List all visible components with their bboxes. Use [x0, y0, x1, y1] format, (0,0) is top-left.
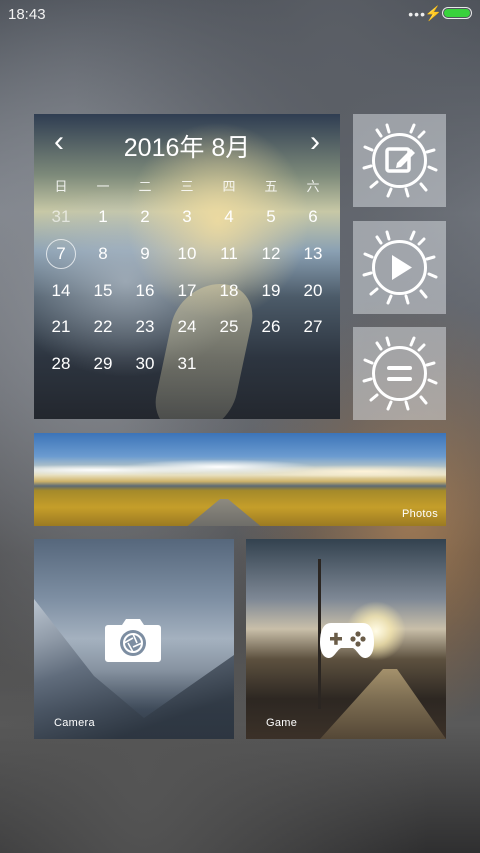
photos-background-image: [34, 455, 446, 485]
signal-dots-icon: •••: [408, 6, 426, 22]
calendar-day[interactable]: 19: [250, 273, 292, 310]
status-bar: 18:43 ••• ⚡: [0, 0, 480, 28]
calendar-day[interactable]: 21: [40, 309, 82, 346]
calendar-day[interactable]: 1: [82, 199, 124, 236]
photos-label: Photos: [401, 508, 438, 520]
calendar-day[interactable]: 14: [40, 273, 82, 310]
calendar-day[interactable]: [208, 346, 250, 383]
game-tile[interactable]: Game: [246, 539, 446, 739]
calendar-day[interactable]: 27: [292, 309, 334, 346]
calendar-day[interactable]: 28: [40, 346, 82, 383]
photos-road-graphic: [184, 499, 264, 526]
calendar-day[interactable]: 18: [208, 273, 250, 310]
weekday-label: 四: [222, 179, 236, 194]
calendar-day[interactable]: 29: [82, 346, 124, 383]
week-row: 7 8 9 10 11 12 13: [40, 236, 334, 273]
weekday-label: 日: [54, 179, 68, 194]
calendar-day[interactable]: 31: [166, 346, 208, 383]
calendar-widget[interactable]: ‹ 2016年 8月 › 日 一 二 三 四 五 六 31 1 2 3 4 5 …: [34, 114, 340, 419]
calendar-day[interactable]: 31: [40, 199, 82, 236]
next-month-button[interactable]: ›: [310, 127, 320, 157]
calendar-day[interactable]: 26: [250, 309, 292, 346]
menu-tile[interactable]: [353, 327, 446, 420]
weekday-label: 三: [180, 179, 194, 194]
camera-icon: [105, 619, 161, 662]
calendar-day[interactable]: 30: [124, 346, 166, 383]
game-background-image: [320, 669, 446, 739]
camera-label: Camera: [54, 717, 95, 729]
clock: 18:43: [8, 6, 46, 23]
calendar-day[interactable]: 3: [166, 199, 208, 236]
calendar-day[interactable]: 5: [250, 199, 292, 236]
calendar-grid: 日 一 二 三 四 五 六 31 1 2 3 4 5 6 7 8 9 10 11…: [40, 175, 334, 383]
charging-icon: ⚡: [424, 5, 442, 21]
menu-icon: [362, 336, 438, 411]
calendar-day[interactable]: 24: [166, 309, 208, 346]
week-row: 14 15 16 17 18 19 20: [40, 273, 334, 310]
calendar-day[interactable]: [250, 346, 292, 383]
month-title: 2016年 8月: [123, 134, 251, 162]
calendar-day[interactable]: 6: [292, 199, 334, 236]
battery-fill: [444, 9, 470, 17]
notes-tile[interactable]: [353, 114, 446, 207]
calendar-day[interactable]: 22: [82, 309, 124, 346]
week-row: 28 29 30 31: [40, 346, 334, 383]
play-icon: [362, 230, 438, 305]
photos-tile[interactable]: Photos: [34, 433, 446, 526]
calendar-header: ‹ 2016年 8月 ›: [34, 126, 340, 163]
battery-icon: [442, 7, 472, 19]
week-row: 31 1 2 3 4 5 6: [40, 199, 334, 236]
weekday-label: 一: [96, 179, 110, 194]
calendar-day[interactable]: 11: [208, 236, 250, 273]
game-label: Game: [266, 717, 298, 729]
calendar-day[interactable]: 12: [250, 236, 292, 273]
calendar-day[interactable]: 2: [124, 199, 166, 236]
camera-tile[interactable]: Camera: [34, 539, 234, 739]
weekday-label: 五: [264, 179, 278, 194]
note-edit-icon: [362, 123, 438, 198]
calendar-day[interactable]: 9: [124, 236, 166, 273]
weekday-label: 二: [138, 179, 152, 194]
week-row: 21 22 23 24 25 26 27: [40, 309, 334, 346]
calendar-day[interactable]: 13: [292, 236, 334, 273]
calendar-day[interactable]: 8: [82, 236, 124, 273]
music-tile[interactable]: [353, 221, 446, 314]
calendar-day[interactable]: 10: [166, 236, 208, 273]
weekday-header-row: 日 一 二 三 四 五 六: [40, 175, 334, 199]
gamepad-icon: [320, 623, 374, 658]
calendar-day[interactable]: 16: [124, 273, 166, 310]
calendar-day[interactable]: 23: [124, 309, 166, 346]
calendar-day[interactable]: [292, 346, 334, 383]
calendar-day[interactable]: 25: [208, 309, 250, 346]
calendar-day[interactable]: 4: [208, 199, 250, 236]
calendar-day-today[interactable]: 7: [40, 236, 82, 273]
weekday-label: 六: [306, 179, 320, 194]
calendar-day[interactable]: 15: [82, 273, 124, 310]
calendar-day[interactable]: 17: [166, 273, 208, 310]
calendar-day[interactable]: 20: [292, 273, 334, 310]
